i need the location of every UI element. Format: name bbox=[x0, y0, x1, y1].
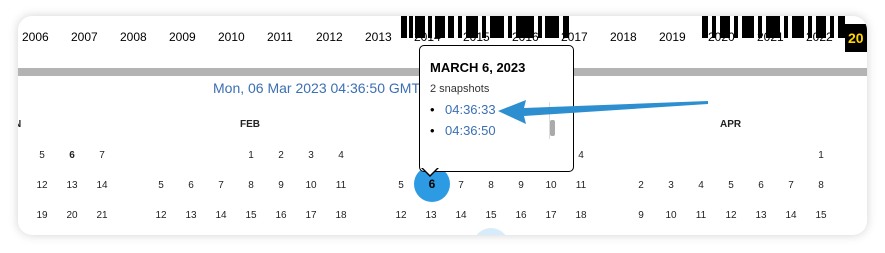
year-2009[interactable]: 2009 bbox=[169, 30, 196, 44]
day-jan-20: 20 bbox=[66, 210, 78, 221]
day-feb-3: 3 bbox=[308, 150, 314, 161]
year-2022[interactable]: 2022 bbox=[806, 30, 833, 44]
year-2021[interactable]: 2021 bbox=[757, 30, 784, 44]
day-feb-4: 4 bbox=[338, 150, 344, 161]
popup-date-title: MARCH 6, 2023 bbox=[430, 60, 526, 75]
day-mar-12: 12 bbox=[395, 210, 407, 221]
day-mar-14: 14 bbox=[455, 210, 467, 221]
day-feb-8: 8 bbox=[248, 180, 254, 191]
year-2015[interactable]: 2015 bbox=[463, 30, 490, 44]
day-mar-13: 13 bbox=[425, 210, 437, 221]
day-jan-7: 7 bbox=[99, 150, 105, 161]
day-mar-8: 8 bbox=[488, 180, 494, 191]
year-current-label: 20 bbox=[848, 30, 864, 46]
day-apr-13: 13 bbox=[755, 210, 767, 221]
annotation-arrow bbox=[498, 100, 708, 124]
snapshot-link-1[interactable]: 04:36:33 bbox=[430, 102, 496, 117]
day-apr-4: 4 bbox=[698, 180, 704, 191]
day-jan-6-snapshot[interactable]: 6 bbox=[60, 148, 84, 162]
day-feb-18: 18 bbox=[335, 210, 347, 221]
day-apr-12: 12 bbox=[725, 210, 737, 221]
month-label-feb: FEB bbox=[240, 119, 260, 130]
day-apr-9: 9 bbox=[638, 210, 644, 221]
day-mar-7: 7 bbox=[458, 180, 464, 191]
day-mar-11: 11 bbox=[575, 180, 587, 191]
day-feb-2: 2 bbox=[278, 150, 284, 161]
day-feb-17: 17 bbox=[305, 210, 317, 221]
day-feb-7: 7 bbox=[218, 180, 224, 191]
year-2013[interactable]: 2013 bbox=[365, 30, 392, 44]
day-feb-16: 16 bbox=[275, 210, 287, 221]
day-mar-15: 15 bbox=[485, 210, 497, 221]
day-apr-5: 5 bbox=[728, 180, 734, 191]
day-mar-18: 18 bbox=[575, 210, 587, 221]
snapshot-link-2[interactable]: 04:36:50 bbox=[430, 123, 496, 138]
day-jan-13: 13 bbox=[66, 180, 78, 191]
day-apr-15: 15 bbox=[815, 210, 827, 221]
year-2011[interactable]: 2011 bbox=[267, 30, 293, 44]
year-2018[interactable]: 2018 bbox=[610, 30, 637, 44]
wayback-calendar: 2006 2007 2008 2009 2010 2011 2012 2013 … bbox=[18, 16, 867, 235]
day-jan-14: 14 bbox=[96, 180, 108, 191]
day-jan-5: 5 bbox=[39, 150, 45, 161]
day-feb-9: 9 bbox=[278, 180, 284, 191]
day-feb-12: 12 bbox=[155, 210, 167, 221]
day-jan-12: 12 bbox=[36, 180, 48, 191]
day-apr-14: 14 bbox=[785, 210, 797, 221]
year-2010[interactable]: 2010 bbox=[218, 30, 245, 44]
snapshot-list: 04:36:33 04:36:50 bbox=[430, 102, 496, 144]
day-apr-10: 10 bbox=[665, 210, 677, 221]
day-feb-14: 14 bbox=[215, 210, 227, 221]
popup-snapshot-count: 2 snapshots bbox=[430, 83, 490, 95]
day-apr-6: 6 bbox=[758, 180, 764, 191]
day-jan-21: 21 bbox=[96, 210, 108, 221]
year-2012[interactable]: 2012 bbox=[316, 30, 343, 44]
day-apr-3: 3 bbox=[668, 180, 674, 191]
selected-date-title: Mon, 06 Mar 2023 04:36:50 GMT bbox=[213, 80, 420, 96]
year-2020[interactable]: 2020 bbox=[708, 30, 735, 44]
day-feb-10: 10 bbox=[305, 180, 317, 191]
day-mar-9: 9 bbox=[518, 180, 524, 191]
day-feb-15: 15 bbox=[245, 210, 257, 221]
day-mar-17: 17 bbox=[545, 210, 557, 221]
day-mar-16: 16 bbox=[515, 210, 527, 221]
day-apr-8: 8 bbox=[818, 180, 824, 191]
day-feb-6: 6 bbox=[188, 180, 194, 191]
day-apr-11: 11 bbox=[695, 210, 707, 221]
day-apr-2: 2 bbox=[638, 180, 644, 191]
day-feb-13: 13 bbox=[185, 210, 197, 221]
year-2006[interactable]: 2006 bbox=[22, 30, 49, 44]
year-2007[interactable]: 2007 bbox=[71, 30, 98, 44]
day-feb-11: 11 bbox=[335, 180, 347, 191]
month-label-jan: N bbox=[18, 119, 21, 130]
year-current-highlight[interactable]: 20 bbox=[845, 24, 867, 52]
year-2016[interactable]: 2016 bbox=[512, 30, 539, 44]
year-2008[interactable]: 2008 bbox=[120, 30, 147, 44]
year-2014[interactable]: 2014 bbox=[414, 30, 441, 44]
day-apr-1: 1 bbox=[818, 150, 824, 161]
popup-pointer bbox=[421, 167, 439, 177]
year-2019[interactable]: 2019 bbox=[659, 30, 686, 44]
year-2017[interactable]: 2017 bbox=[561, 30, 588, 44]
day-feb-5: 5 bbox=[158, 180, 164, 191]
day-apr-7: 7 bbox=[788, 180, 794, 191]
day-mar-10: 10 bbox=[545, 180, 557, 191]
snapshot-day-circle[interactable] bbox=[473, 228, 509, 235]
day-jan-19: 19 bbox=[36, 210, 48, 221]
day-mar-5: 5 bbox=[398, 180, 404, 191]
day-feb-1: 1 bbox=[248, 150, 254, 161]
